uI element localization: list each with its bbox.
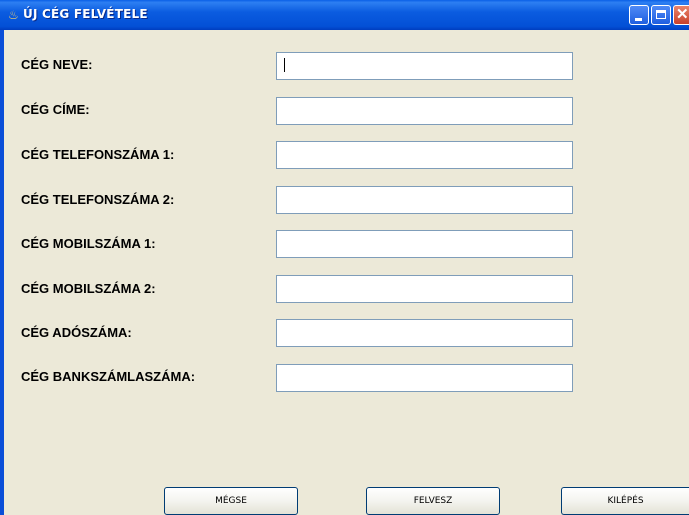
company-name-input[interactable]: [276, 52, 573, 80]
company-name-label: CÉG NEVE:: [21, 57, 93, 72]
company-mobile1-input[interactable]: [276, 230, 573, 258]
title-bar[interactable]: ♨ ÚJ CÉG FELVÉTELE: [0, 0, 689, 30]
company-mobile2-label: CÉG MOBILSZÁMA 2:: [21, 281, 156, 296]
add-company-button[interactable]: FELVESZ: [366, 487, 500, 515]
company-phone1-input[interactable]: [276, 141, 573, 169]
company-address-label: CÉG CÍME:: [21, 102, 90, 117]
close-button[interactable]: [673, 5, 689, 25]
dialog-window: ♨ ÚJ CÉG FELVÉTELE CÉG NEVE: CÉG CÍME: C…: [0, 0, 689, 515]
java-cup-icon: ♨: [8, 8, 19, 22]
company-tax-number-input[interactable]: [276, 319, 573, 347]
company-mobile1-label: CÉG MOBILSZÁMA 1:: [21, 236, 156, 251]
company-bank-account-label: CÉG BANKSZÁMLASZÁMA:: [21, 369, 196, 384]
company-phone1-label: CÉG TELEFONSZÁMA 1:: [21, 147, 175, 162]
cancel-button[interactable]: MÉGSE: [164, 487, 298, 515]
company-phone2-input[interactable]: [276, 186, 573, 214]
text-caret: [284, 58, 285, 72]
window-title: ÚJ CÉG FELVÉTELE: [23, 7, 148, 21]
company-mobile2-input[interactable]: [276, 275, 573, 303]
maximize-button[interactable]: [651, 5, 671, 25]
minimize-button[interactable]: [629, 5, 649, 25]
company-bank-account-input[interactable]: [276, 364, 573, 392]
company-address-input[interactable]: [276, 97, 573, 125]
company-tax-number-label: CÉG ADÓSZÁMA:: [21, 325, 132, 340]
exit-button[interactable]: KILÉPÉS: [561, 487, 689, 515]
company-phone2-label: CÉG TELEFONSZÁMA 2:: [21, 192, 175, 207]
window-frame-left: [0, 30, 4, 515]
